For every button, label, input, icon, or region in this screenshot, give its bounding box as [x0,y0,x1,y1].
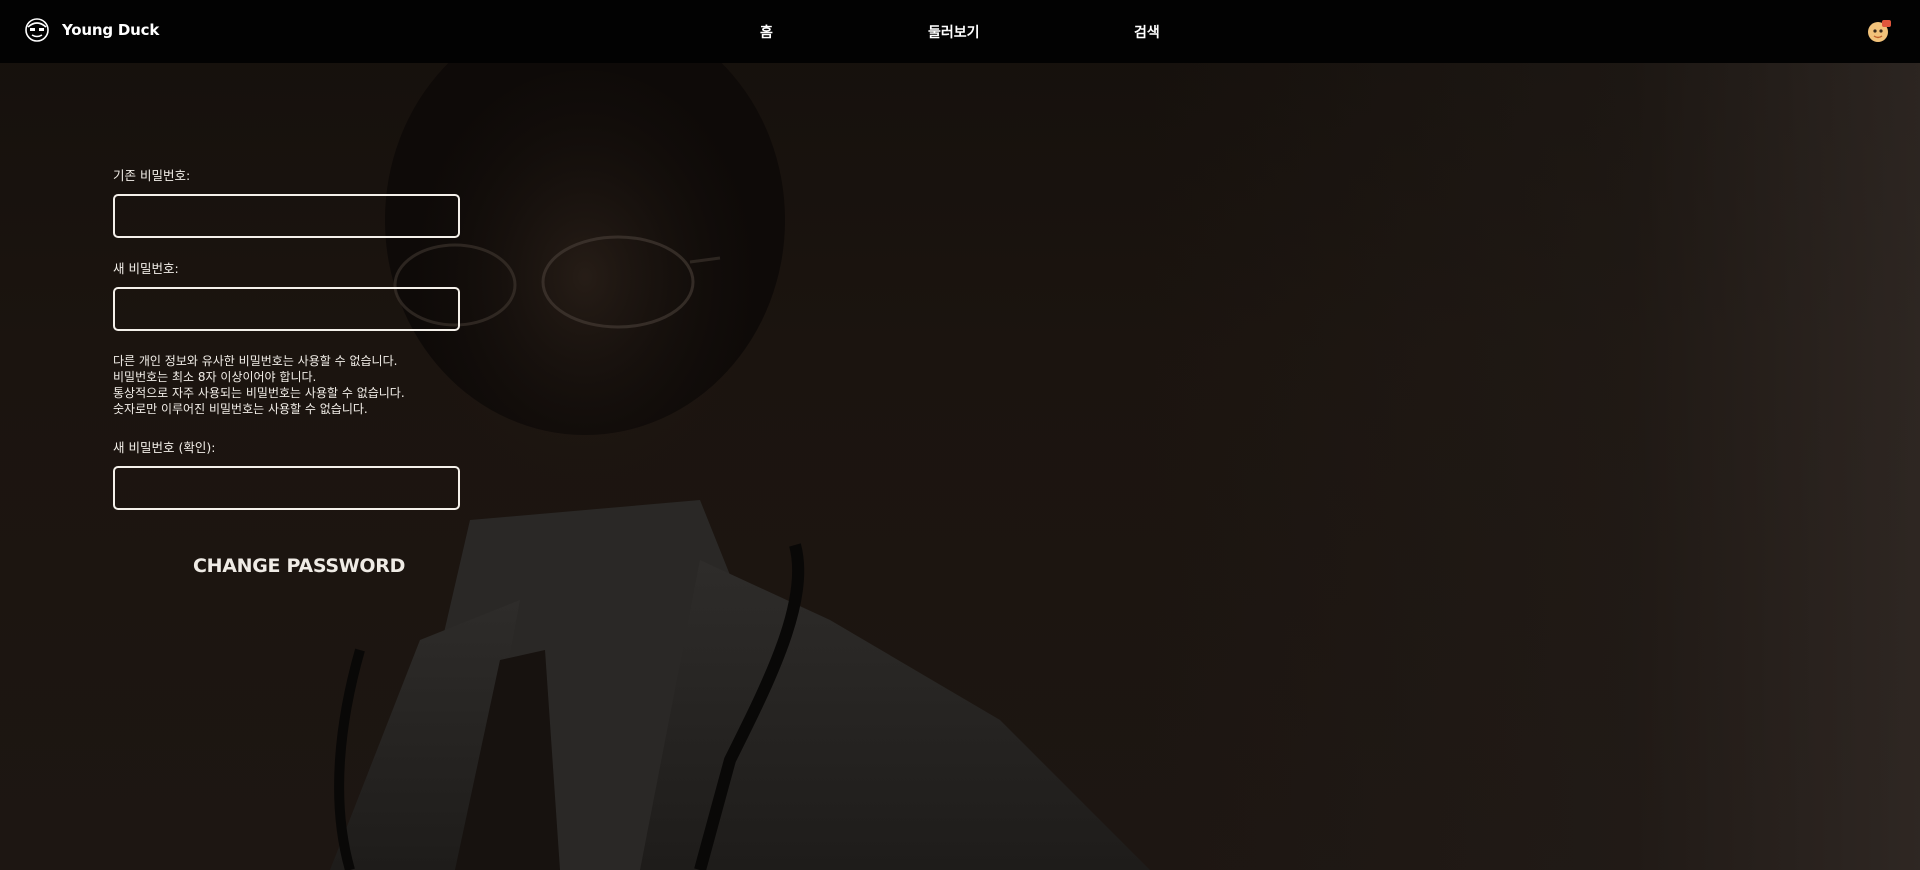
confirm-password-label: 새 비밀번호 (확인): [113,440,216,455]
duck-logo-icon [25,18,49,42]
help-line: 숫자로만 이루어진 비밀번호는 사용할 수 없습니다. [113,402,368,416]
change-password-form: 기존 비밀번호: 새 비밀번호: 다른 개인 정보와 유사한 비밀번호는 사용할… [113,165,463,577]
new-password-input[interactable] [113,287,460,331]
top-nav: Young Duck 홈 둘러보기 검색 [0,0,1920,63]
nav-link-search[interactable]: 검색 [1134,22,1160,42]
password-help-text: 다른 개인 정보와 유사한 비밀번호는 사용할 수 없습니다. 비밀번호는 최소… [113,353,463,417]
current-password-label: 기존 비밀번호: [113,168,191,183]
new-password-label: 새 비밀번호: [113,261,179,276]
brand[interactable]: Young Duck [24,17,159,43]
current-password-input[interactable] [113,194,460,238]
nav-link-home[interactable]: 홈 [760,22,773,42]
avatar-icon[interactable] [1866,18,1892,44]
confirm-password-input[interactable] [113,466,460,510]
page: Young Duck 홈 둘러보기 검색 기존 비밀번호: 새 비밀번호: 다른… [0,0,1920,870]
help-line: 통상적으로 자주 사용되는 비밀번호는 사용할 수 없습니다. [113,386,405,400]
help-line: 다른 개인 정보와 유사한 비밀번호는 사용할 수 없습니다. [113,354,398,368]
help-line: 비밀번호는 최소 8자 이상이어야 합니다. [113,370,317,384]
brand-name: Young Duck [62,21,160,39]
change-password-button[interactable]: CHANGE PASSWORD [193,555,405,577]
nav-link-browse[interactable]: 둘러보기 [928,22,980,42]
